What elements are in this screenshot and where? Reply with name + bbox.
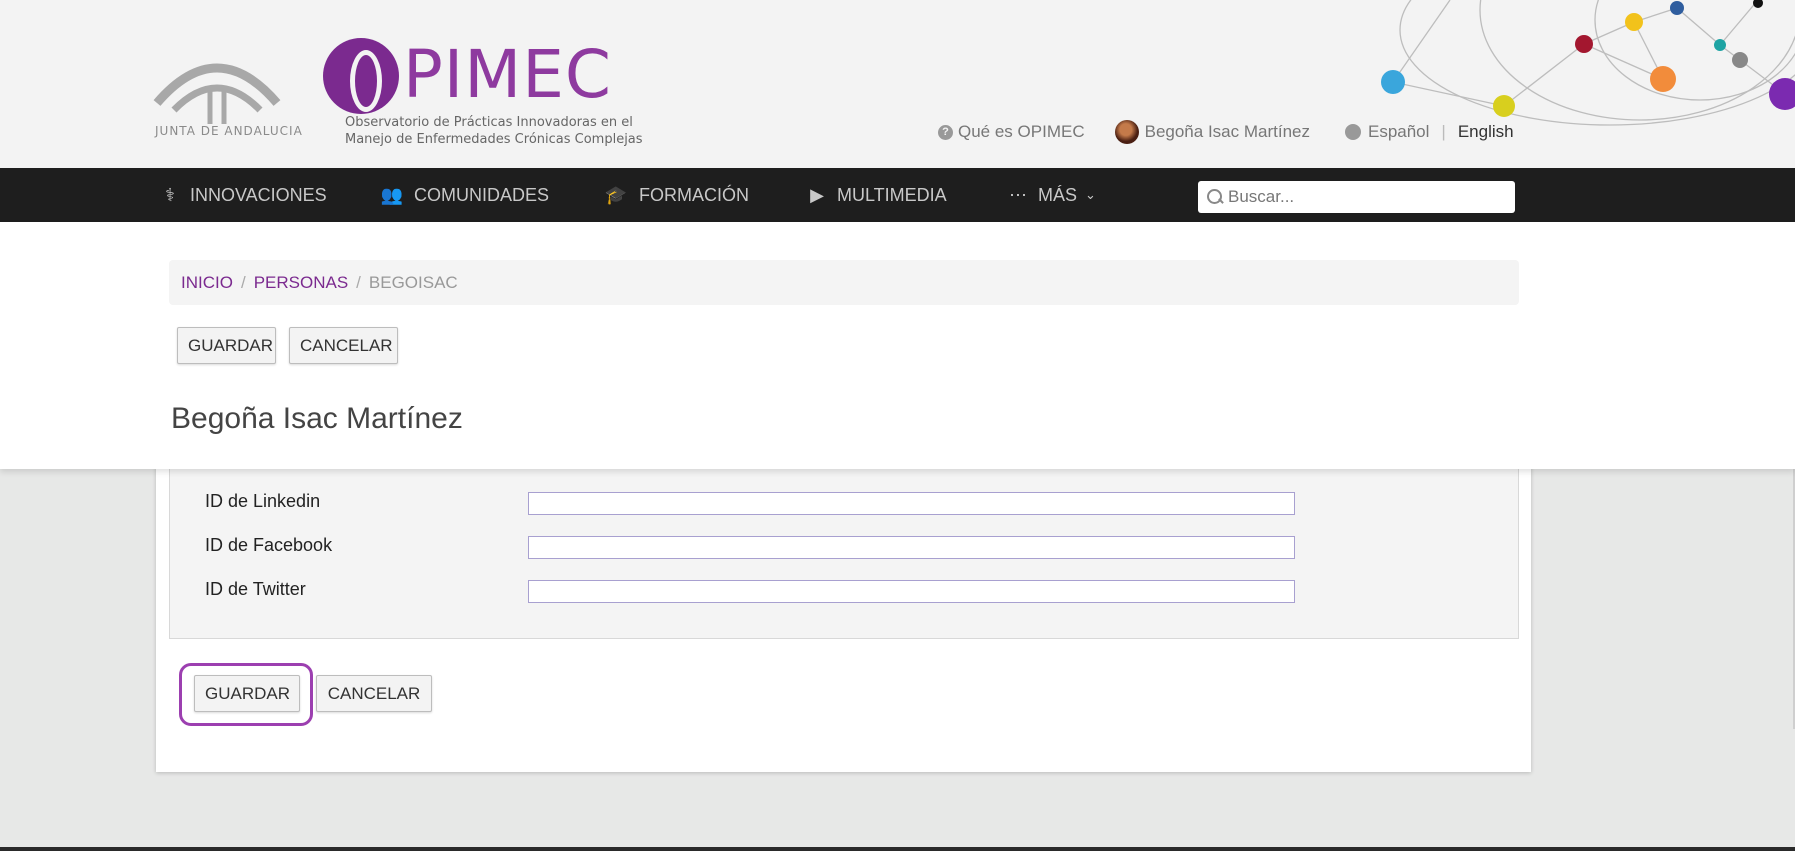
question-circle-icon: ? (938, 124, 953, 140)
nav-mas-dropdown[interactable]: ⋯ MÁS ⌄ (1008, 168, 1096, 222)
user-avatar[interactable] (1114, 120, 1139, 144)
header-top-links: ? Qué es OPIMEC Begoña Isac Martínez Esp… (938, 120, 1514, 144)
network-decoration (1381, 0, 1795, 126)
twitter-label: ID de Twitter (205, 579, 306, 599)
linkedin-label: ID de Linkedin (205, 491, 321, 511)
twitter-row: ID de Twitter (170, 577, 1520, 607)
cancel-button-bottom[interactable]: CANCELAR (316, 675, 432, 712)
nav-multimedia[interactable]: ▶ MULTIMEDIA (807, 168, 947, 222)
nav-innovaciones[interactable]: ⚕ INNOVACIONES (160, 168, 327, 222)
breadcrumb: INICIO / PERSONAS / BEGOISAC (169, 260, 1519, 305)
language-spanish-link[interactable]: Español (1368, 122, 1429, 142)
opimec-wordmark: PIMEC (403, 36, 612, 113)
linkedin-id-input[interactable] (528, 492, 1295, 515)
twitter-id-input[interactable] (528, 580, 1295, 603)
main-navbar: ⚕ INNOVACIONES 👥 COMUNIDADES 🎓 FORMACIÓN… (0, 168, 1795, 222)
search-input[interactable] (1228, 187, 1508, 207)
site-header: JUNTA DE ANDALUCIA PIMEC Observatorio de… (0, 0, 1795, 168)
junta-logo-text: JUNTA DE ANDALUCIA (155, 124, 303, 138)
nav-multimedia-label: MULTIMEDIA (837, 184, 947, 205)
cancel-button-top[interactable]: CANCELAR (289, 327, 398, 364)
breadcrumb-people[interactable]: PERSONAS (254, 273, 348, 293)
opimec-o-mark (323, 38, 399, 114)
opimec-logo[interactable]: PIMEC (323, 36, 623, 114)
linkedin-row: ID de Linkedin (170, 489, 1520, 519)
breadcrumb-home[interactable]: INICIO (181, 273, 233, 293)
save-button-top[interactable]: GUARDAR (177, 327, 276, 364)
tagline-line-2: Manejo de Enfermedades Crónicas Compleja… (345, 132, 643, 147)
social-ids-fieldset: ID de Linkedin ID de Facebook ID de Twit… (169, 440, 1519, 639)
user-profile-link[interactable]: Begoña Isac Martínez (1145, 122, 1310, 142)
facebook-id-input[interactable] (528, 536, 1295, 559)
ellipsis-icon: ⋯ (1009, 185, 1027, 205)
about-opimec-link[interactable]: Qué es OPIMEC (958, 122, 1085, 142)
graduation-cap-icon: 🎓 (604, 185, 628, 205)
chevron-down-icon: ⌄ (1085, 187, 1096, 202)
nav-formacion[interactable]: 🎓 FORMACIÓN (603, 168, 749, 222)
footer-bar (0, 847, 1795, 851)
page-title: Begoña Isac Martínez (171, 402, 463, 435)
nav-innovaciones-label: INNOVACIONES (190, 184, 327, 205)
profile-edit-card: ID de Linkedin ID de Facebook ID de Twit… (156, 440, 1531, 772)
breadcrumb-sep: / (240, 272, 246, 292)
search-box (1198, 181, 1515, 213)
play-icon: ▶ (810, 185, 824, 205)
breadcrumb-current: BEGOISAC (368, 272, 458, 292)
globe-icon (1344, 124, 1361, 140)
facebook-label: ID de Facebook (205, 535, 333, 555)
sticky-header-panel: INICIO / PERSONAS / BEGOISAC GUARDAR CAN… (0, 222, 1795, 469)
nav-comunidades-label: COMUNIDADES (414, 184, 550, 205)
nav-mas-label: MÁS (1038, 184, 1078, 205)
opimec-tagline: Observatorio de Prácticas Innovadoras en… (345, 114, 645, 148)
language-english-link[interactable]: English (1458, 122, 1514, 142)
tagline-line-1: Observatorio de Prácticas Innovadoras en… (345, 115, 633, 130)
nav-formacion-label: FORMACIÓN (639, 184, 749, 205)
save-button-bottom[interactable]: GUARDAR (194, 675, 300, 712)
breadcrumb-sep: / (356, 272, 361, 292)
language-separator: | (1441, 122, 1446, 141)
nav-comunidades[interactable]: 👥 COMUNIDADES (380, 168, 549, 222)
search-icon (1206, 188, 1224, 206)
stethoscope-icon: ⚕ (165, 185, 175, 205)
users-icon: 👥 (380, 185, 404, 205)
facebook-row: ID de Facebook (170, 533, 1520, 563)
